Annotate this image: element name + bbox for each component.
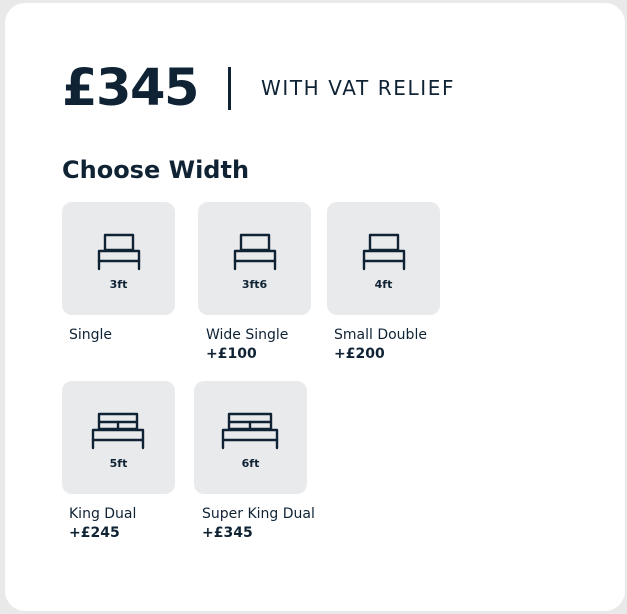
product-options-card: £345 WITH VAT RELIEF Choose Width 3ft Si… bbox=[5, 3, 625, 611]
size-label: 6ft bbox=[241, 457, 260, 470]
width-option-5ft[interactable]: 5ft bbox=[62, 381, 175, 494]
double-bed-icon bbox=[221, 412, 279, 450]
vat-relief-label: WITH VAT RELIEF bbox=[260, 76, 456, 100]
width-option-4ft[interactable]: 4ft bbox=[327, 202, 440, 315]
price-divider bbox=[227, 66, 231, 110]
price-row: £345 WITH VAT RELIEF bbox=[62, 58, 455, 118]
choose-width-heading: Choose Width bbox=[62, 156, 250, 184]
size-label: 4ft bbox=[374, 278, 393, 291]
size-label: 3ft bbox=[109, 278, 128, 291]
option-name: Small Double bbox=[334, 327, 427, 343]
size-label: 5ft bbox=[109, 457, 128, 470]
option-price: +£100 bbox=[206, 346, 257, 362]
single-bed-icon bbox=[97, 233, 141, 271]
option-price: +£345 bbox=[202, 525, 253, 541]
double-bed-icon bbox=[91, 412, 145, 450]
width-option-3ft[interactable]: 3ft bbox=[62, 202, 175, 315]
width-option-6ft[interactable]: 6ft bbox=[194, 381, 307, 494]
price-value: £345 bbox=[62, 58, 199, 118]
option-price: +£200 bbox=[334, 346, 385, 362]
option-name: Wide Single bbox=[206, 327, 289, 343]
option-name: Super King Dual bbox=[202, 506, 315, 522]
option-name: King Dual bbox=[69, 506, 137, 522]
option-name: Single bbox=[69, 327, 113, 343]
option-price: +£245 bbox=[69, 525, 120, 541]
size-label: 3ft6 bbox=[241, 278, 268, 291]
single-bed-icon bbox=[362, 233, 406, 271]
width-option-3ft6[interactable]: 3ft6 bbox=[198, 202, 311, 315]
single-bed-icon bbox=[233, 233, 277, 271]
